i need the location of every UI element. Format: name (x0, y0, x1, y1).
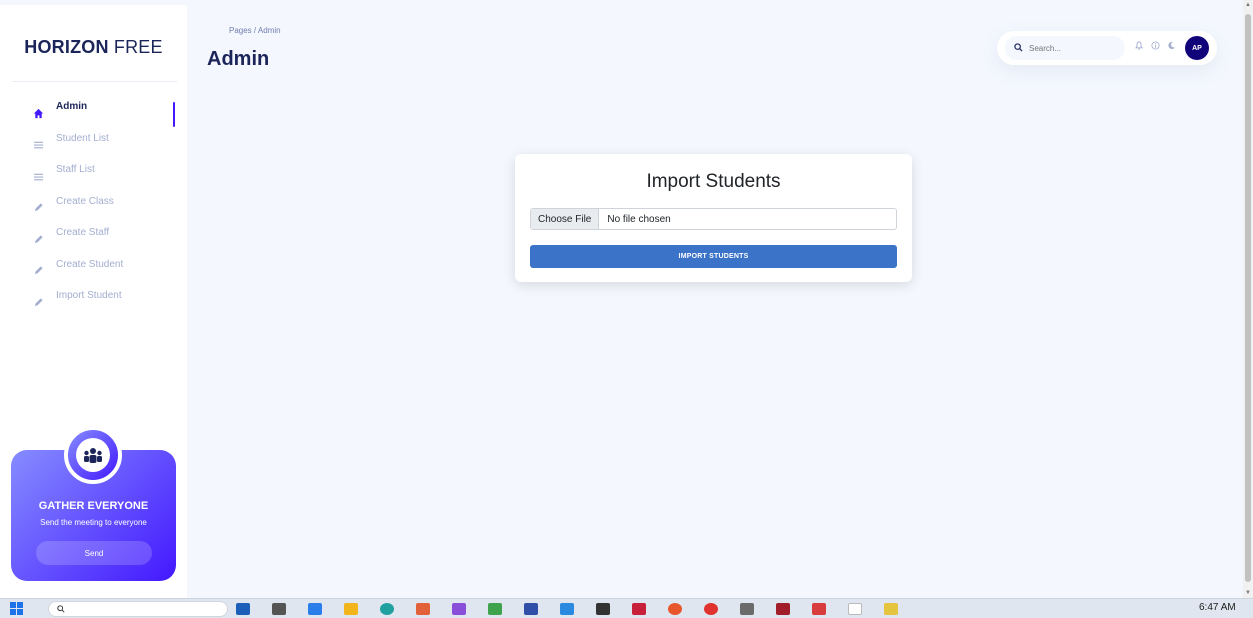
bell-icon[interactable] (1133, 41, 1145, 52)
search-input[interactable] (1029, 43, 1119, 53)
moon-icon[interactable] (1165, 41, 1177, 52)
pencil-icon (30, 200, 46, 216)
search-icon (1014, 42, 1023, 54)
taskbar-search[interactable] (48, 601, 228, 617)
app-icon[interactable] (596, 603, 610, 615)
info-icon[interactable] (1149, 41, 1161, 52)
sidebar-item-label: Create Class (56, 195, 114, 207)
folder-icon[interactable] (344, 603, 358, 615)
app-icon[interactable] (416, 603, 430, 615)
promo-card: GATHER EVERYONE Send the meeting to ever… (11, 426, 176, 581)
header-toolbar: AP (997, 31, 1217, 65)
import-students-button[interactable]: IMPORT STUDENTS (530, 245, 897, 268)
sidebar-item-student-list[interactable]: Student List (0, 131, 187, 163)
app-icon[interactable] (380, 603, 394, 615)
taskbar: 6:47 AM (0, 598, 1253, 618)
sidebar-item-admin[interactable]: Admin (0, 99, 187, 131)
scroll-down-icon[interactable]: ▼ (1243, 590, 1253, 596)
sidebar-item-label: Import Student (56, 290, 122, 301)
send-button[interactable]: Send (36, 541, 152, 565)
brand-light: FREE (113, 37, 163, 57)
app-icon[interactable] (848, 603, 862, 615)
pencil-icon (30, 231, 46, 247)
sidebar-item-label: Staff List (56, 164, 95, 175)
app-icon[interactable] (236, 603, 250, 615)
sidebar-item-label: Create Student (56, 258, 124, 270)
chrome-icon[interactable] (704, 603, 718, 615)
sidebar-item-staff-list[interactable]: Staff List (0, 162, 187, 194)
app-icon[interactable] (812, 603, 826, 615)
search-icon (57, 605, 65, 613)
choose-file-button[interactable]: Choose File (531, 209, 600, 229)
list-icon (30, 137, 46, 153)
app-icon[interactable] (308, 603, 322, 615)
sidebar-item-import-student[interactable]: Import Student (0, 288, 187, 320)
sidebar-item-label: Create Staff (56, 227, 110, 238)
card-title: Import Students (646, 171, 781, 192)
breadcrumb: Pages / Admin (229, 26, 281, 35)
promo-title: GATHER EVERYONE (38, 500, 149, 512)
brand-bold: HORIZON (24, 37, 109, 57)
app-icon[interactable] (776, 603, 790, 615)
brand-divider (12, 81, 177, 82)
app-icon[interactable] (524, 603, 538, 615)
app-icon[interactable] (740, 603, 754, 615)
pencil-icon (30, 263, 46, 279)
app-icon[interactable] (668, 603, 682, 615)
sidebar-item-create-class[interactable]: Create Class (0, 194, 187, 226)
app-window: HORIZON FREE Admin Student List Staff Li… (0, 0, 1253, 618)
app-icon[interactable] (884, 603, 898, 615)
vertical-scrollbar[interactable]: ▲ ▼ (1243, 0, 1253, 598)
sidebar-item-create-student[interactable]: Create Student (0, 257, 187, 289)
pencil-icon (30, 294, 46, 310)
app-icon[interactable] (632, 603, 646, 615)
group-icon (76, 438, 110, 472)
import-students-card: Import Students Choose File No file chos… (515, 154, 912, 282)
app-icon[interactable] (560, 603, 574, 615)
sidebar-item-label: Admin (56, 101, 88, 112)
app-icon[interactable] (272, 603, 286, 615)
promo-subtitle: Send the meeting to everyone (40, 518, 147, 527)
home-icon (30, 105, 46, 121)
app-icon[interactable] (488, 603, 502, 615)
sidebar-item-label: Student List (56, 132, 109, 144)
brand-logo[interactable]: HORIZON FREE (0, 37, 187, 58)
scrollbar-thumb[interactable] (1245, 14, 1251, 582)
app-icon[interactable] (452, 603, 466, 615)
windows-start-icon[interactable] (10, 602, 24, 616)
file-status: No file chosen (607, 213, 671, 225)
list-icon (30, 168, 46, 184)
sidebar-nav: Admin Student List Staff List Create Cla… (0, 99, 187, 320)
sidebar: HORIZON FREE Admin Student List Staff Li… (0, 5, 187, 598)
promo-badge (64, 426, 122, 484)
clock[interactable]: 6:47 AM (1199, 602, 1236, 613)
file-input[interactable]: Choose File No file chosen (530, 208, 897, 230)
scroll-up-icon[interactable]: ▲ (1243, 2, 1253, 8)
search-box[interactable] (1005, 36, 1125, 60)
sidebar-item-create-staff[interactable]: Create Staff (0, 225, 187, 257)
avatar[interactable]: AP (1185, 36, 1209, 60)
page-title: Admin (207, 48, 270, 70)
